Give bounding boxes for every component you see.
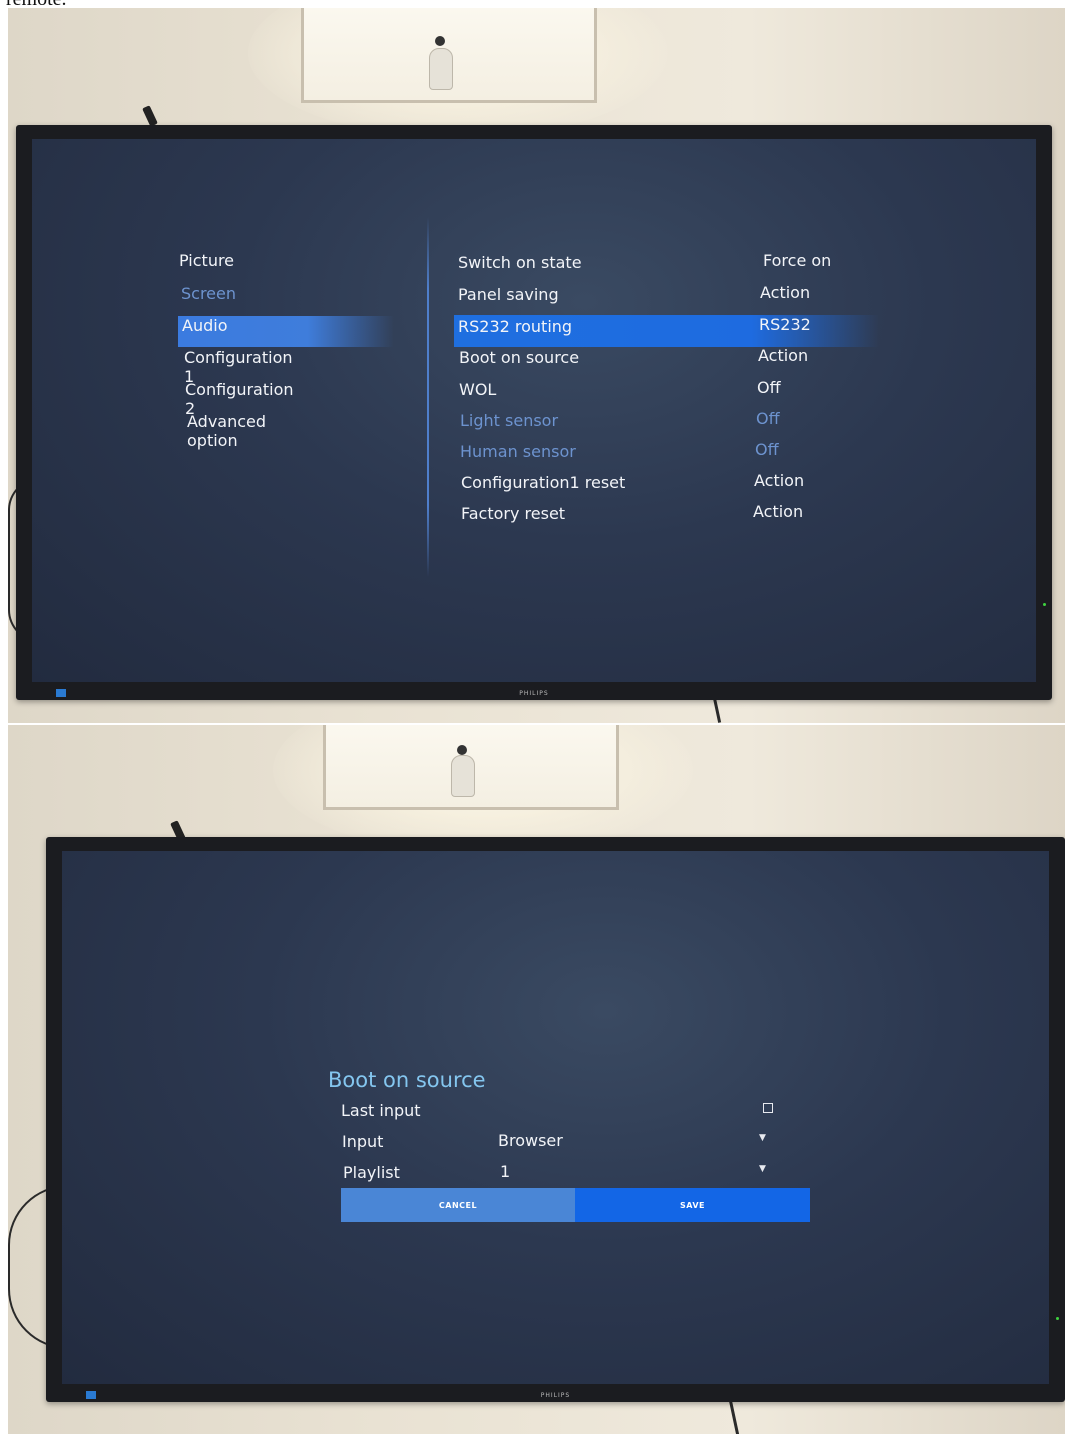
input-select-value[interactable]: Browser xyxy=(498,1131,563,1150)
tv-brand-logo: PHILIPS xyxy=(540,1392,571,1399)
sconce-mount-icon xyxy=(435,36,445,46)
tv-display: Picture Screen Audio Configuration 1 Configu… xyxy=(16,125,1052,700)
setting-value: Action xyxy=(754,471,805,490)
setting-value: Action xyxy=(760,283,811,302)
wall-sconce xyxy=(301,8,597,103)
photo-settings-menu: Picture Screen Audio Configuration 1 Configu… xyxy=(8,8,1065,723)
sconce-mount-icon xyxy=(457,745,467,755)
category-item[interactable]: Audio xyxy=(182,316,227,335)
photo-boot-dialog: Boot on source Last input Input Browser … xyxy=(8,725,1065,1434)
energy-star-badge xyxy=(86,1391,96,1399)
setting-label: Panel saving xyxy=(458,285,559,304)
save-button[interactable]: SAVE xyxy=(575,1188,810,1222)
caption-strip: remote. xyxy=(0,0,1065,10)
setting-value: Off xyxy=(756,409,780,428)
power-led xyxy=(1056,1317,1059,1320)
setting-label: Human sensor xyxy=(460,442,576,461)
setting-label: Configuration1 reset xyxy=(461,473,626,492)
dialog-title: Boot on source xyxy=(328,1068,486,1092)
wall-sconce xyxy=(323,725,619,810)
playlist-label: Playlist xyxy=(343,1163,400,1182)
menu-divider xyxy=(427,217,429,577)
playlist-dropdown-icon[interactable]: ▼ xyxy=(759,1164,766,1174)
setting-label: WOL xyxy=(459,380,497,399)
setting-value: Action xyxy=(753,502,804,521)
category-item[interactable]: Advanced option xyxy=(187,412,266,450)
input-label: Input xyxy=(342,1132,384,1151)
cable-plug xyxy=(142,105,158,127)
tv-screen: Boot on source Last input Input Browser … xyxy=(62,851,1049,1384)
setting-value: Force on xyxy=(763,251,832,270)
setting-value: Action xyxy=(758,346,809,365)
wall-hook xyxy=(451,755,475,797)
setting-value: Off xyxy=(757,378,781,397)
setting-label: RS232 routing xyxy=(458,317,573,336)
tv-brand-logo: PHILIPS xyxy=(519,690,549,697)
category-item[interactable]: Screen xyxy=(181,284,236,303)
power-led xyxy=(1043,603,1046,606)
category-item[interactable]: Picture xyxy=(179,251,234,270)
cancel-button[interactable]: CANCEL xyxy=(341,1188,575,1222)
setting-label: Light sensor xyxy=(460,411,559,430)
energy-star-badge xyxy=(56,689,66,697)
wall-hook xyxy=(429,48,453,90)
setting-label: Factory reset xyxy=(461,504,566,523)
setting-label: Boot on source xyxy=(459,348,580,367)
setting-value: RS232 xyxy=(759,315,811,334)
playlist-select-value[interactable]: 1 xyxy=(500,1162,510,1181)
setting-label: Switch on state xyxy=(458,253,582,272)
last-input-label: Last input xyxy=(341,1101,421,1120)
tv-display: Boot on source Last input Input Browser … xyxy=(46,837,1065,1402)
input-dropdown-icon[interactable]: ▼ xyxy=(759,1133,766,1143)
setting-value: Off xyxy=(755,440,779,459)
last-input-checkbox[interactable] xyxy=(763,1103,773,1113)
tv-screen: Picture Screen Audio Configuration 1 Configu… xyxy=(32,139,1036,682)
